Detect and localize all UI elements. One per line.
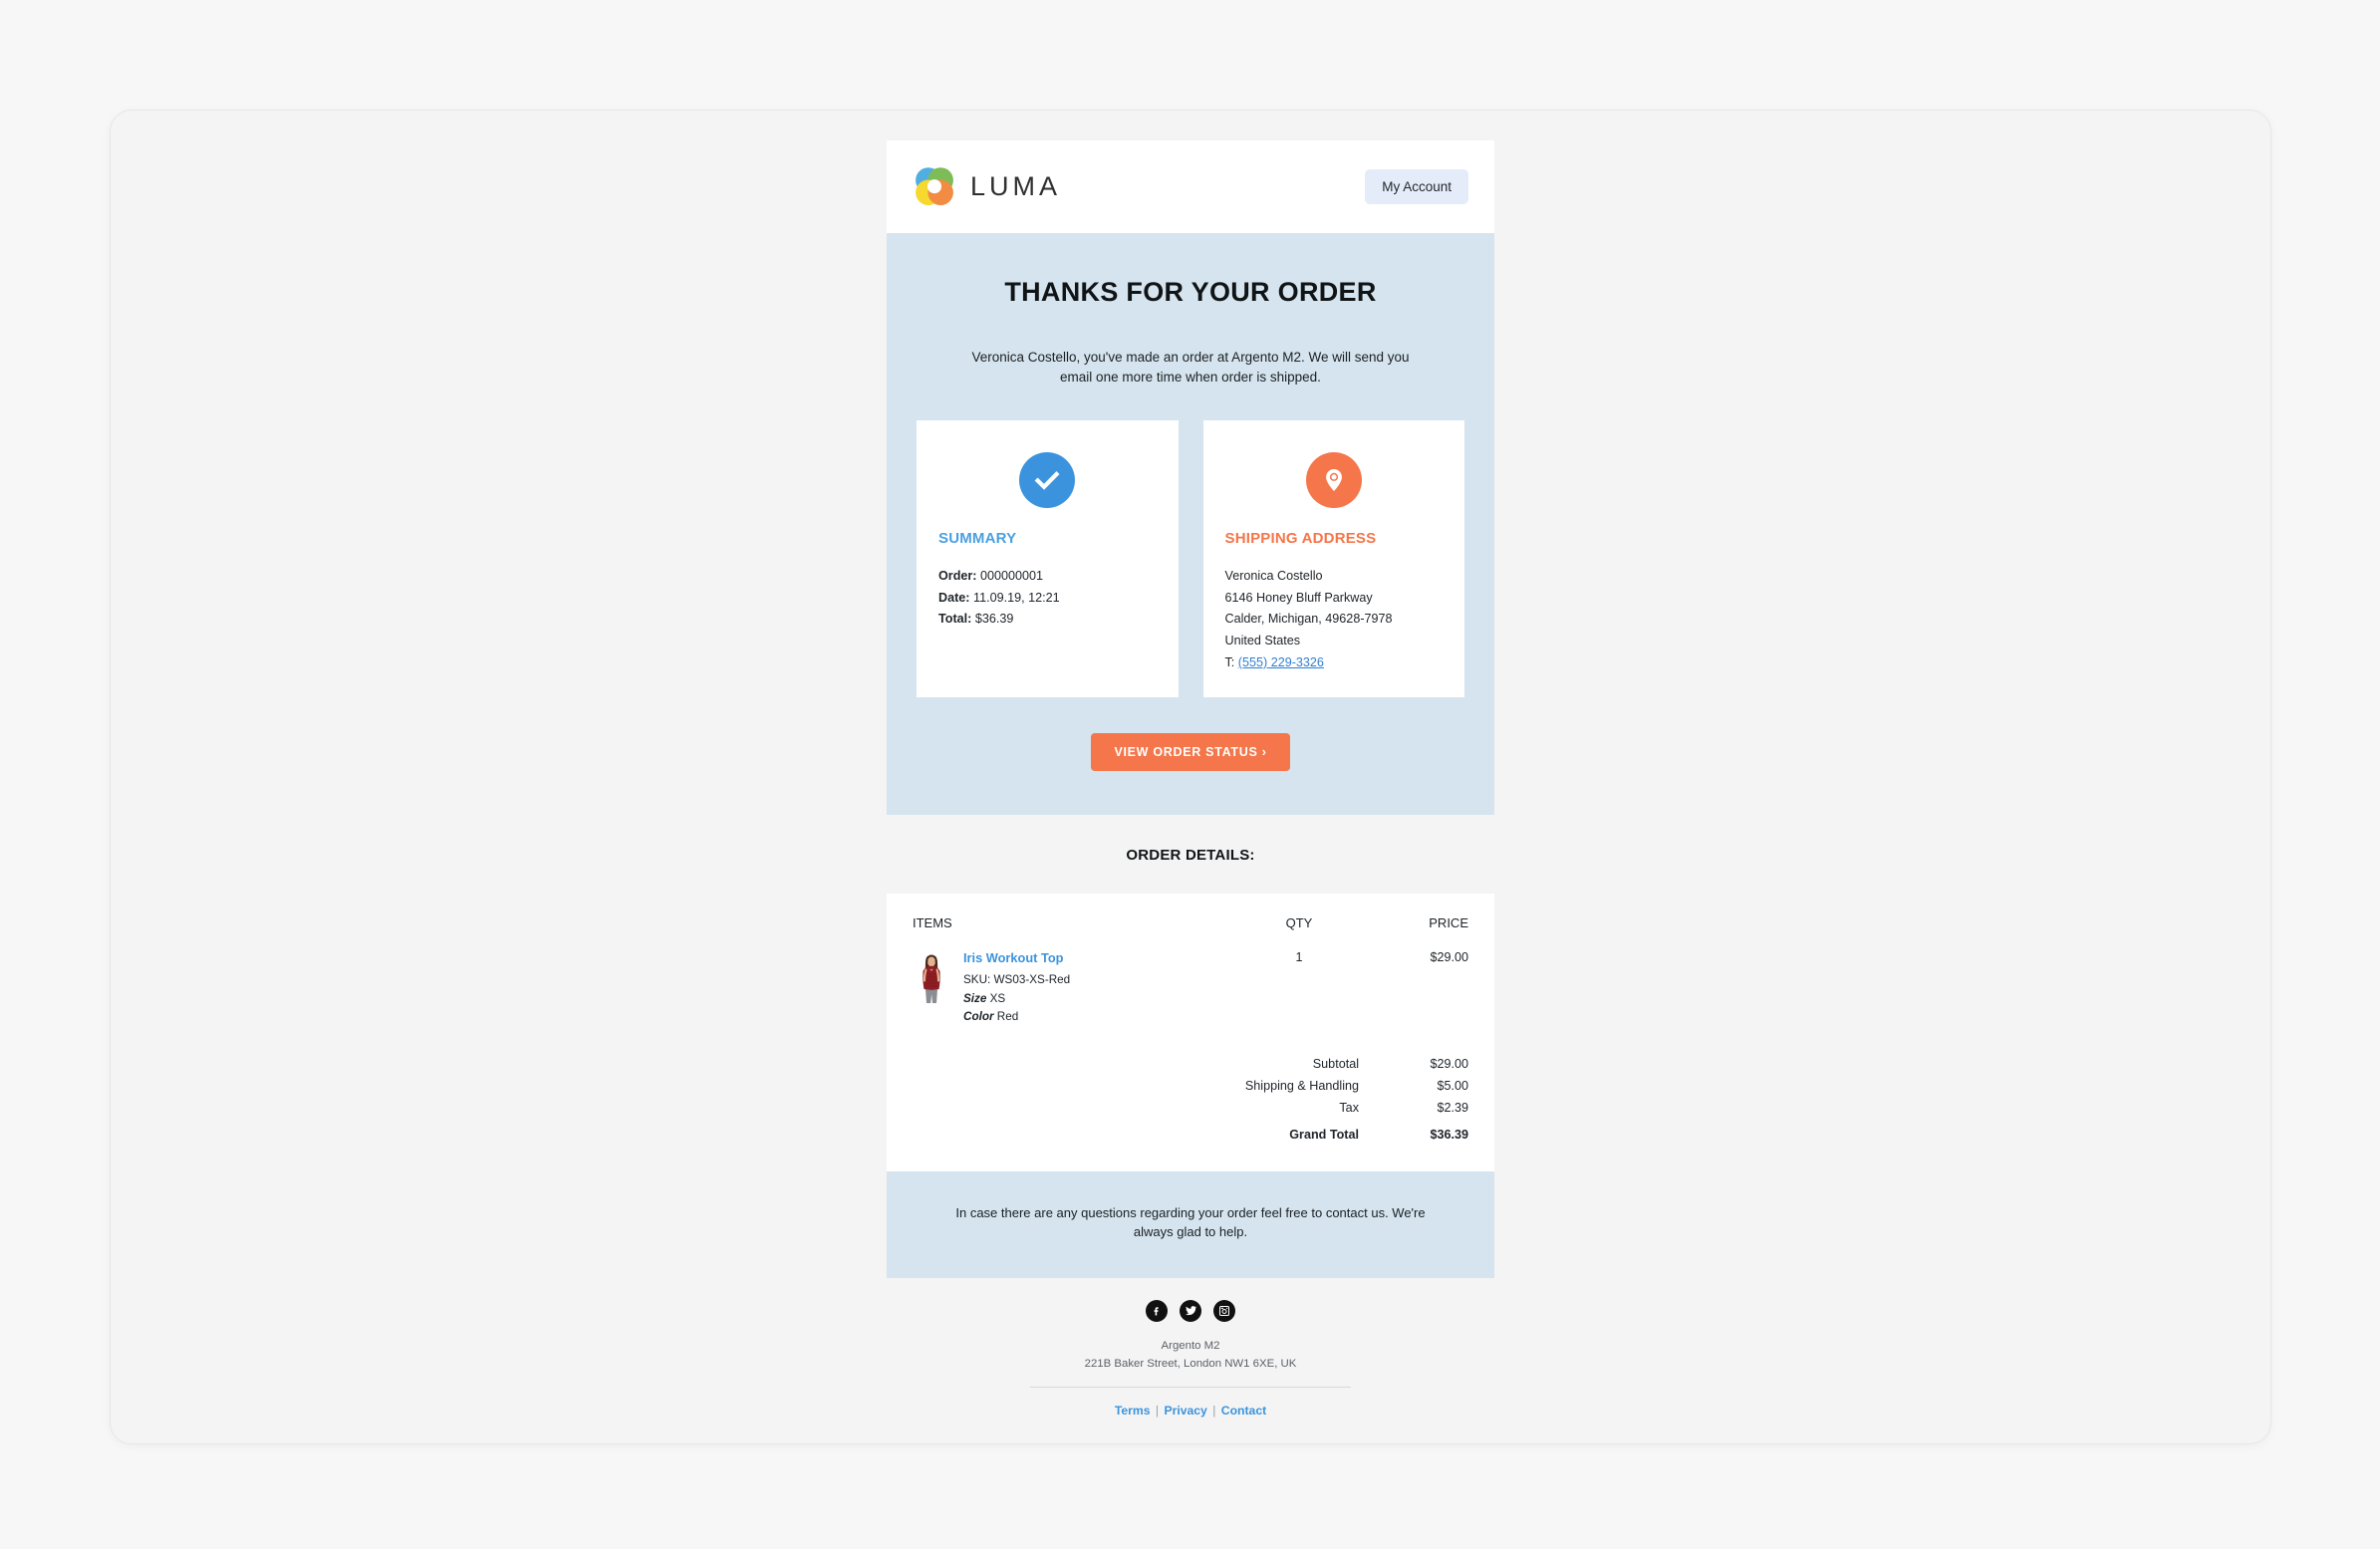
summary-card-lines: Order: 000000001 Date: 11.09.19, 12:21 T…: [938, 566, 1157, 631]
brand-name: LUMA: [970, 171, 1062, 201]
page-title: THANKS FOR YOUR ORDER: [1004, 277, 1377, 307]
help-note: In case there are any questions regardin…: [887, 1170, 1494, 1278]
color-value: Red: [996, 1010, 1019, 1024]
subtotal-value: $29.00: [1430, 1056, 1468, 1071]
total-value: $36.39: [974, 612, 1014, 627]
size-line: Size XS: [963, 990, 1070, 1008]
table-row: Iris Workout Top SKU: WS03-XS-Red Size X…: [913, 950, 1468, 1026]
sku-line: SKU: WS03-XS-Red: [963, 971, 1070, 989]
link-separator-1: |: [1155, 1404, 1160, 1419]
item-price: $29.00: [1430, 950, 1468, 965]
order-details-heading: ORDER DETAILS:: [1126, 847, 1255, 865]
item-qty: 1: [1295, 950, 1303, 965]
tax-value: $2.39: [1437, 1100, 1468, 1115]
email-header: LUMA My Account: [887, 140, 1494, 233]
size-label: Size: [963, 991, 987, 1005]
column-header-items: ITEMS: [913, 915, 952, 931]
shipping-address-card: SHIPPING ADDRESS Veronica Costello 6146 …: [1202, 420, 1464, 698]
link-separator-2: |: [1212, 1404, 1216, 1419]
footer-address: Argento M2 221B Baker Street, London NW1…: [887, 1338, 1494, 1373]
tax-label: Tax: [1339, 1100, 1359, 1115]
email-footer: Argento M2 221B Baker Street, London NW1…: [887, 1278, 1494, 1443]
total-line: Total: $36.39: [938, 609, 1157, 631]
order-value: 000000001: [980, 569, 1044, 584]
order-items-table: ITEMS QTY PRICE Iris Workout Top SKU: WS…: [913, 915, 1468, 1026]
shipping-card-lines: Veronica Costello 6146 Honey Bluff Parkw…: [1225, 566, 1444, 673]
city-state-zip: Calder, Michigan, 49628-7978: [1224, 612, 1393, 627]
column-header-qty: QTY: [1285, 915, 1313, 931]
info-cards: SUMMARY Order: 000000001 Date: 11.09.19,…: [917, 420, 1464, 698]
sku-label: SKU:: [963, 973, 991, 987]
summary-card: SUMMARY Order: 000000001 Date: 11.09.19,…: [917, 420, 1179, 698]
grand-total-label: Grand Total: [1289, 1127, 1359, 1142]
totals-row-grand: Grand Total $36.39: [913, 1119, 1468, 1146]
product-thumbnail: [913, 950, 950, 1005]
twitter-icon[interactable]: [1180, 1299, 1201, 1322]
footer-street: 221B Baker Street, London NW1 6XE, UK: [1084, 1357, 1297, 1370]
shipping-card-title: SHIPPING ADDRESS: [1224, 530, 1377, 548]
my-account-button[interactable]: My Account: [1365, 169, 1468, 204]
shipping-value: $5.00: [1437, 1078, 1468, 1093]
subtotal-label: Subtotal: [1312, 1056, 1359, 1071]
facebook-icon[interactable]: [1146, 1299, 1168, 1322]
footer-company: Argento M2: [1161, 1339, 1220, 1352]
phone-link[interactable]: (555) 229-3326: [1238, 655, 1324, 669]
luma-ring-logo-icon: [913, 165, 956, 209]
product-meta: SKU: WS03-XS-Red Size XS Color Red: [963, 971, 1070, 1026]
product-name-link[interactable]: Iris Workout Top: [963, 950, 1070, 965]
order-table-wrap: ITEMS QTY PRICE Iris Workout Top SKU: WS…: [887, 894, 1494, 1171]
recipient-name: Veronica Costello: [1224, 569, 1323, 584]
hero-subtitle: Veronica Costello, you've made an order …: [971, 350, 1410, 385]
column-header-price: PRICE: [1429, 915, 1468, 931]
street-address: 6146 Honey Bluff Parkway: [1224, 590, 1373, 605]
privacy-link[interactable]: Privacy: [1164, 1404, 1206, 1418]
instagram-icon[interactable]: [1213, 1299, 1235, 1322]
grand-total-value: $36.39: [1430, 1127, 1468, 1142]
color-line: Color Red: [963, 1008, 1070, 1026]
social-links: [887, 1299, 1494, 1322]
date-value: 11.09.19, 12:21: [973, 590, 1060, 605]
footer-links: Terms | Privacy | Contact: [887, 1404, 1494, 1418]
phone-label: T:: [1224, 654, 1235, 669]
location-pin-icon: [1305, 452, 1362, 509]
check-circle-icon: [1019, 452, 1076, 509]
phone-line: T: (555) 229-3326: [1225, 652, 1444, 674]
terms-link[interactable]: Terms: [1115, 1404, 1151, 1418]
hero-section: THANKS FOR YOUR ORDER Veronica Costello,…: [887, 233, 1494, 816]
totals-row-shipping: Shipping & Handling $5.00: [913, 1075, 1468, 1097]
view-order-status-button[interactable]: VIEW ORDER STATUS ›: [1091, 733, 1290, 772]
color-label: Color: [963, 1010, 994, 1024]
date-line: Date: 11.09.19, 12:21: [938, 588, 1157, 610]
order-label: Order:: [938, 569, 977, 584]
brand: LUMA: [913, 165, 1061, 209]
order-totals-table: Subtotal $29.00 Shipping & Handling $5.0…: [913, 1053, 1468, 1146]
table-header-row: ITEMS QTY PRICE: [913, 915, 1468, 950]
email-body: LUMA My Account THANKS FOR YOUR ORDER Ve…: [887, 140, 1494, 1443]
cta-wrap: VIEW ORDER STATUS ›: [917, 733, 1464, 772]
totals-row-tax: Tax $2.39: [913, 1097, 1468, 1119]
item-cell: Iris Workout Top SKU: WS03-XS-Red Size X…: [913, 950, 1239, 1026]
size-value: XS: [989, 991, 1006, 1005]
date-label: Date:: [938, 590, 970, 605]
shipping-label: Shipping & Handling: [1244, 1078, 1359, 1093]
total-label: Total:: [938, 612, 972, 627]
contact-link[interactable]: Contact: [1221, 1404, 1266, 1418]
order-line: Order: 000000001: [938, 566, 1157, 588]
totals-row-subtotal: Subtotal $29.00: [913, 1053, 1468, 1075]
footer-divider: [1030, 1387, 1351, 1389]
viewport-frame: LUMA My Account THANKS FOR YOUR ORDER Ve…: [110, 110, 2271, 1444]
summary-card-title: SUMMARY: [938, 530, 1017, 548]
country: United States: [1224, 634, 1301, 648]
sku-value: WS03-XS-Red: [993, 973, 1071, 987]
